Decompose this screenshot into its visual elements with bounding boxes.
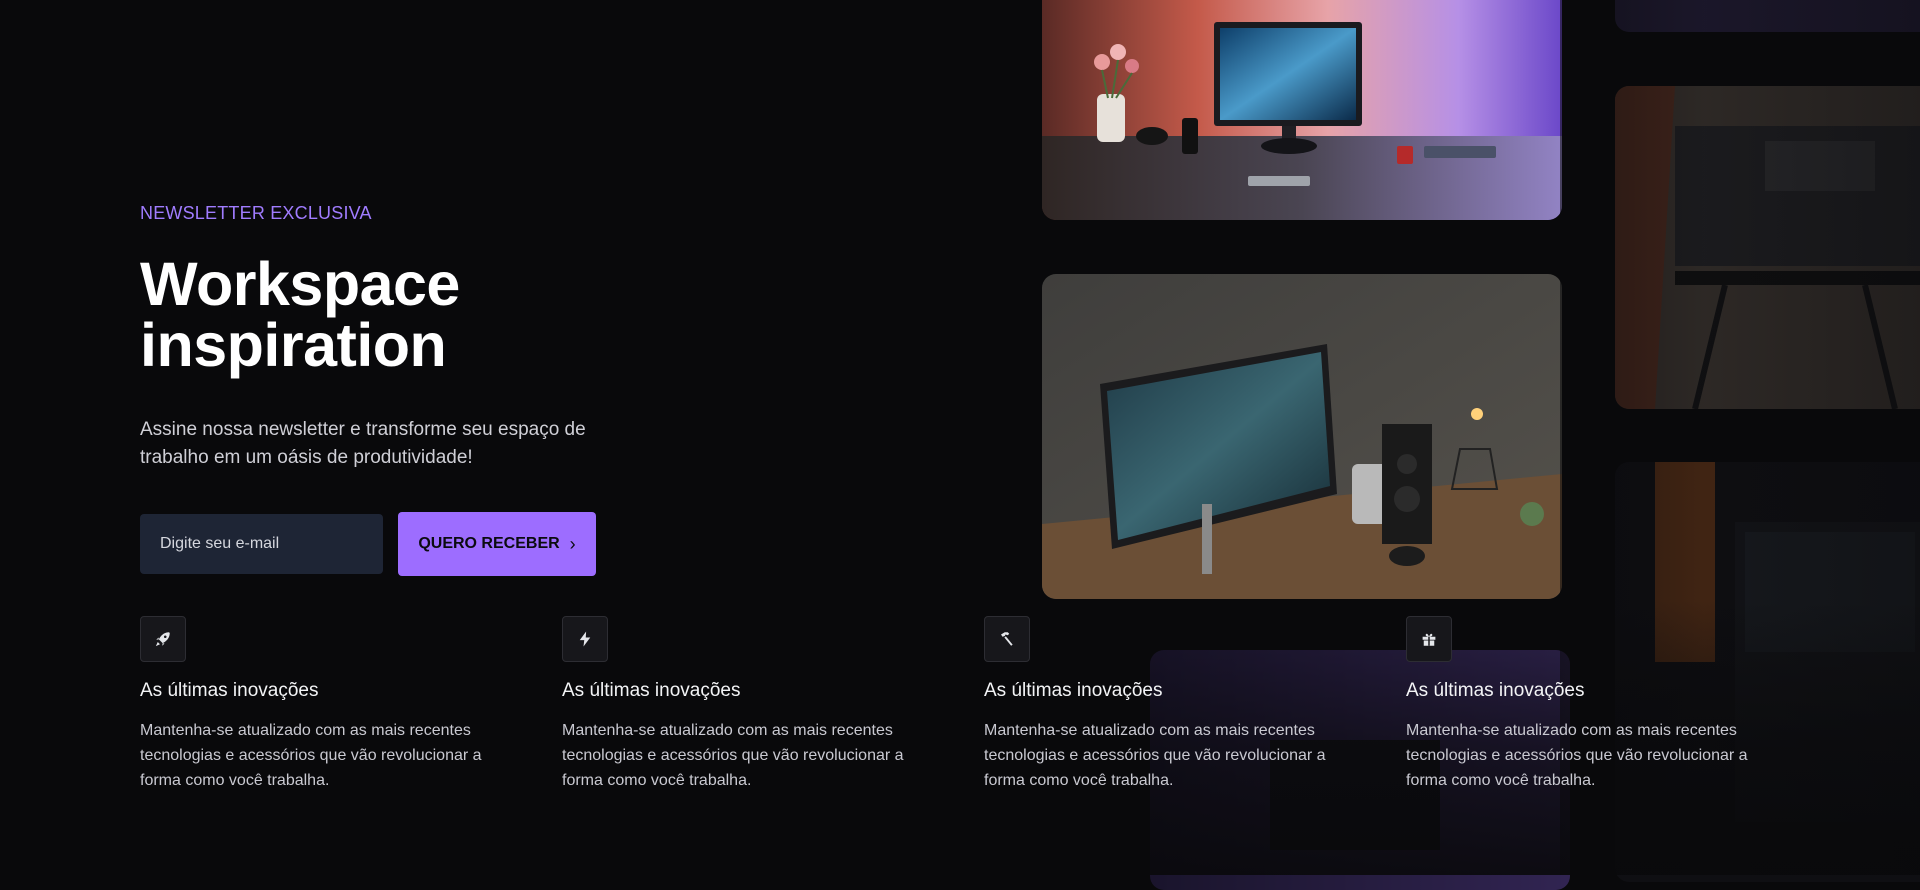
feature-title: As últimas inovações <box>140 680 319 701</box>
feature-description: Mantenha-se atualizado com as mais recen… <box>140 722 482 789</box>
gallery-photo-dark-desk <box>1615 86 1920 409</box>
feature-item: As últimas inovações Mantenha-se atualiz… <box>1406 616 1828 793</box>
hammer-icon <box>984 616 1030 662</box>
feature-item: As últimas inovações Mantenha-se atualiz… <box>984 616 1406 793</box>
features-list: As últimas inovações Mantenha-se atualiz… <box>140 616 1828 793</box>
gift-icon <box>1406 616 1452 662</box>
feature-title: As últimas inovações <box>562 680 741 701</box>
page-title: Workspace inspiration <box>140 250 460 379</box>
subscribe-form: QUERO RECEBER › <box>140 512 760 576</box>
newsletter-hero: NEWSLETTER EXCLUSIVA Workspace inspirati… <box>140 203 760 576</box>
rocket-icon <box>140 616 186 662</box>
gallery-photo-top-strip <box>1615 0 1920 32</box>
hero-subtitle: Assine nossa newsletter e transforme seu… <box>140 419 586 468</box>
feature-description: Mantenha-se atualizado com as mais recen… <box>562 722 904 789</box>
gallery-photo-monitor-desk <box>1042 274 1562 599</box>
gallery-photo-desk-setup <box>1042 0 1562 220</box>
subscribe-button[interactable]: QUERO RECEBER › <box>398 512 596 576</box>
eyebrow-label: NEWSLETTER EXCLUSIVA <box>140 203 372 223</box>
lightning-icon <box>562 616 608 662</box>
feature-item: As últimas inovações Mantenha-se atualiz… <box>562 616 984 793</box>
subscribe-button-label: QUERO RECEBER <box>418 535 560 552</box>
feature-title: As últimas inovações <box>984 680 1163 701</box>
feature-description: Mantenha-se atualizado com as mais recen… <box>984 722 1326 789</box>
email-field[interactable] <box>140 514 383 574</box>
feature-item: As últimas inovações Mantenha-se atualiz… <box>140 616 562 793</box>
feature-description: Mantenha-se atualizado com as mais recen… <box>1406 722 1748 789</box>
chevron-right-icon: › <box>569 533 576 554</box>
feature-title: As últimas inovações <box>1406 680 1585 701</box>
